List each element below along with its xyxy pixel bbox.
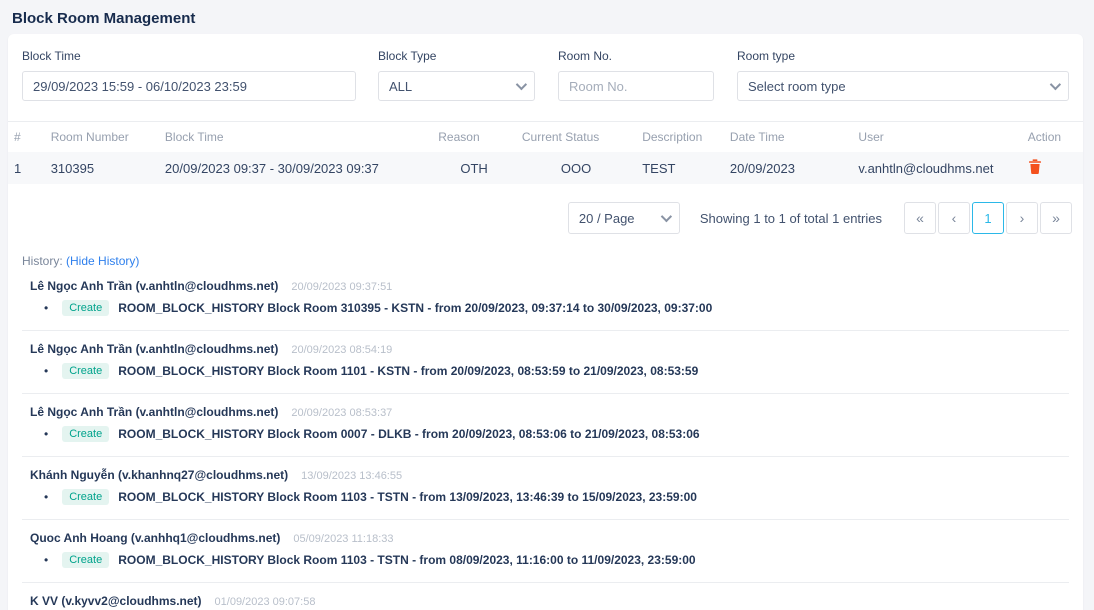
trash-icon[interactable] [1028, 159, 1042, 174]
block-time-input[interactable] [22, 71, 356, 101]
history-timestamp: 05/09/2023 11:18:33 [293, 533, 393, 545]
create-badge: Create [62, 363, 109, 379]
table-row: 1 310395 20/09/2023 09:37 - 30/09/2023 0… [8, 152, 1083, 184]
history-user: Lê Ngọc Anh Trần (v.anhtln@cloudhms.net) [30, 279, 278, 293]
last-page-button[interactable]: » [1040, 202, 1072, 234]
history-header: History: (Hide History) [22, 254, 1069, 268]
cell-index: 1 [8, 152, 45, 184]
col-room-number: Room Number [45, 122, 159, 153]
chevron-down-icon [1050, 79, 1061, 90]
cell-date-time: 20/09/2023 [724, 152, 853, 184]
room-no-input[interactable] [558, 71, 714, 101]
pager: « ‹ 1 › » [902, 202, 1072, 234]
create-badge: Create [62, 552, 109, 568]
chevron-down-icon [516, 79, 527, 90]
history-label: History: [22, 254, 63, 268]
block-type-select[interactable]: ALL [378, 71, 535, 101]
history-detail: ROOM_BLOCK_HISTORY Block Room 1103 - TST… [118, 553, 695, 567]
page-title: Block Room Management [12, 10, 195, 27]
col-index: # [8, 122, 45, 153]
table-header-row: # Room Number Block Time Reason Current … [8, 122, 1083, 153]
prev-page-button[interactable]: ‹ [938, 202, 970, 234]
chevron-down-icon [661, 211, 672, 222]
room-no-value[interactable] [569, 79, 703, 94]
cell-room-number: 310395 [45, 152, 159, 184]
col-reason: Reason [432, 122, 516, 153]
bullet-icon: • [44, 301, 48, 315]
col-block-time: Block Time [159, 122, 432, 153]
hide-history-link[interactable]: (Hide History) [66, 254, 139, 268]
history-entry: K VV (v.kyvv2@cloudhms.net) 01/09/2023 0… [22, 583, 1069, 610]
history-user: Quoc Anh Hoang (v.anhhq1@cloudhms.net) [30, 531, 280, 545]
content-card: Block Time Block Type ALL Room No. Room … [8, 34, 1083, 610]
col-action: Action [1022, 122, 1083, 153]
history-user: Lê Ngọc Anh Trần (v.anhtln@cloudhms.net) [30, 405, 278, 419]
block-time-field: Block Time [22, 49, 356, 101]
history-entry: Lê Ngọc Anh Trần (v.anhtln@cloudhms.net)… [22, 268, 1069, 331]
history-detail: ROOM_BLOCK_HISTORY Block Room 1103 - TST… [118, 490, 697, 504]
history-entry: Quoc Anh Hoang (v.anhhq1@cloudhms.net) 0… [22, 520, 1069, 583]
cell-current-status: OOO [516, 152, 636, 184]
filter-bar: Block Time Block Type ALL Room No. Room … [8, 34, 1083, 121]
room-type-select[interactable]: Select room type [737, 71, 1069, 101]
room-no-field: Room No. [558, 49, 714, 101]
history-user: K VV (v.kyvv2@cloudhms.net) [30, 594, 202, 608]
pagination-summary: Showing 1 to 1 of total 1 entries [700, 211, 882, 226]
bullet-icon: • [44, 490, 48, 504]
block-time-label: Block Time [22, 49, 356, 63]
next-page-button[interactable]: › [1006, 202, 1038, 234]
block-type-field: Block Type ALL [378, 49, 535, 101]
history-user: Khánh Nguyễn (v.khanhnq27@cloudhms.net) [30, 468, 288, 482]
cell-block-time: 20/09/2023 09:37 - 30/09/2023 09:37 [159, 152, 432, 184]
history-timestamp: 20/09/2023 09:37:51 [291, 281, 392, 293]
history-detail: ROOM_BLOCK_HISTORY Block Room 310395 - K… [118, 301, 712, 315]
block-time-value[interactable] [33, 79, 345, 94]
history-timestamp: 01/09/2023 09:07:58 [215, 596, 316, 608]
history-user: Lê Ngọc Anh Trần (v.anhtln@cloudhms.net) [30, 342, 278, 356]
block-type-value: ALL [389, 79, 412, 94]
cell-user: v.anhtln@cloudhms.net [852, 152, 1021, 184]
page-size-value: 20 / Page [579, 211, 635, 226]
room-type-value: Select room type [748, 79, 846, 94]
col-current-status: Current Status [516, 122, 636, 153]
block-room-table: # Room Number Block Time Reason Current … [8, 121, 1083, 184]
history-section: History: (Hide History) Lê Ngọc Anh Trần… [8, 234, 1083, 610]
cell-reason: OTH [432, 152, 516, 184]
current-page-button[interactable]: 1 [972, 202, 1004, 234]
col-date-time: Date Time [724, 122, 853, 153]
history-timestamp: 20/09/2023 08:54:19 [291, 344, 392, 356]
cell-description: TEST [636, 152, 724, 184]
create-badge: Create [62, 300, 109, 316]
first-page-button[interactable]: « [904, 202, 936, 234]
room-type-field: Room type Select room type [737, 49, 1069, 101]
history-entry: Khánh Nguyễn (v.khanhnq27@cloudhms.net) … [22, 457, 1069, 520]
block-type-label: Block Type [378, 49, 535, 63]
create-badge: Create [62, 489, 109, 505]
room-type-label: Room type [737, 49, 1069, 63]
col-description: Description [636, 122, 724, 153]
history-entry: Lê Ngọc Anh Trần (v.anhtln@cloudhms.net)… [22, 331, 1069, 394]
bullet-icon: • [44, 427, 48, 441]
create-badge: Create [62, 426, 109, 442]
room-no-label: Room No. [558, 49, 714, 63]
col-user: User [852, 122, 1021, 153]
page-size-select[interactable]: 20 / Page [568, 202, 680, 234]
history-detail: ROOM_BLOCK_HISTORY Block Room 0007 - DLK… [118, 427, 699, 441]
history-detail: ROOM_BLOCK_HISTORY Block Room 1101 - KST… [118, 364, 698, 378]
bullet-icon: • [44, 553, 48, 567]
bullet-icon: • [44, 364, 48, 378]
history-timestamp: 20/09/2023 08:53:37 [291, 407, 392, 419]
pagination-bar: 20 / Page Showing 1 to 1 of total 1 entr… [8, 184, 1083, 234]
history-timestamp: 13/09/2023 13:46:55 [301, 470, 402, 482]
history-entry: Lê Ngọc Anh Trần (v.anhtln@cloudhms.net)… [22, 394, 1069, 457]
